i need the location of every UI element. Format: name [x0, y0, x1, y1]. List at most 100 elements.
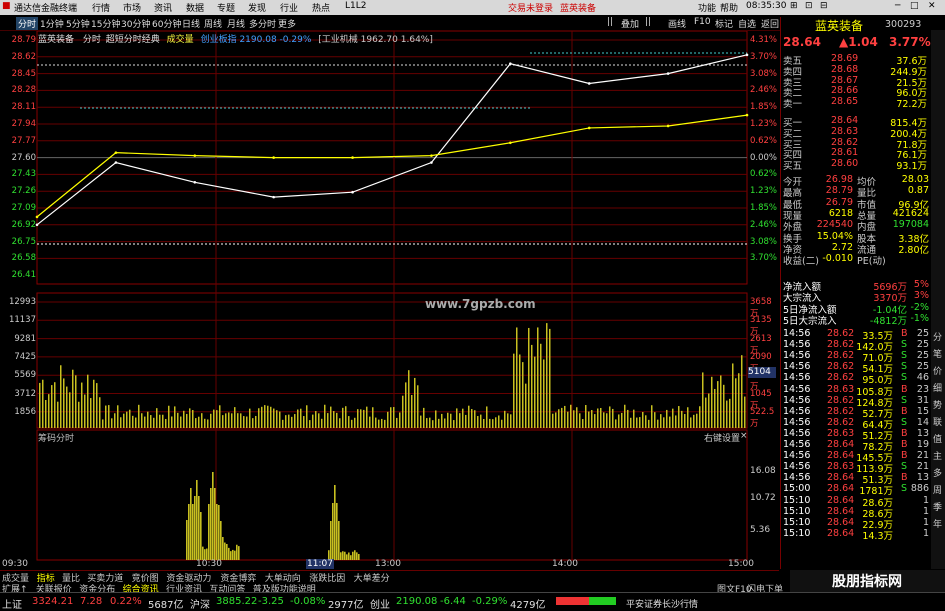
login-alert[interactable]: 交易未登录 — [508, 1, 553, 14]
menu-item[interactable]: 发现 — [248, 1, 266, 14]
stat-row[interactable]: 今开 26.98 均价 28.03 — [781, 174, 931, 188]
bid-price: 28.61 — [831, 147, 859, 159]
volume-bar — [132, 415, 134, 428]
period-tab[interactable]: 5分钟 — [66, 17, 90, 30]
more-tab[interactable]: 更多 — [278, 17, 296, 30]
tick-row[interactable]: 15:10 28.64 14.3万 1 — [781, 528, 931, 542]
stat-row[interactable]: 换手 15.04% 股本 3.38亿 — [781, 231, 931, 245]
sidebar-tab[interactable]: 多 — [933, 466, 942, 479]
period-tab[interactable]: 30分钟 — [121, 17, 150, 30]
window-btn-icon[interactable]: ⊟ — [820, 1, 828, 11]
stock-alert[interactable]: 蓝英装备 — [560, 1, 596, 14]
menu-item[interactable]: 行情 — [92, 1, 110, 14]
volume-bar — [720, 375, 722, 428]
sidebar-tab[interactable]: 笔 — [933, 347, 942, 360]
menu-item[interactable]: L1L2 — [345, 1, 366, 11]
volume-bar — [495, 417, 497, 428]
period-tab[interactable]: 月线 — [227, 17, 245, 30]
tick-price: 28.62 — [827, 394, 855, 406]
flow-row[interactable]: 大宗流入 3370万 3% — [781, 290, 931, 304]
index-value: 2190.08 — [239, 35, 277, 45]
maximize-icon[interactable]: □ — [910, 1, 919, 11]
ask-label: 卖一 — [783, 99, 803, 111]
menu-item[interactable]: 行业 — [280, 1, 298, 14]
overlay-button[interactable]: 叠加 — [621, 17, 639, 30]
price-point — [587, 82, 591, 85]
watchlist-button[interactable]: 自选 — [738, 17, 756, 30]
volume-bar — [363, 409, 365, 428]
volume-bar — [261, 406, 263, 428]
flow-row[interactable]: 5日净流入额 -1.04亿 -2% — [781, 302, 931, 316]
volume-bar — [318, 413, 320, 428]
intraday-chart[interactable]: 蓝英装备 分时 超短分时经典 成交量 创业板指 2190.08 -0.29% [… — [0, 30, 779, 569]
volume-bar — [615, 419, 617, 428]
sidebar-tab[interactable]: 周 — [933, 483, 942, 496]
volume-bar — [39, 382, 41, 428]
menu-item[interactable]: 数据 — [186, 1, 204, 14]
sidebar-tab[interactable]: 细 — [933, 381, 942, 394]
volume-bar — [666, 409, 668, 428]
sidebar-tab[interactable]: 主 — [933, 449, 942, 462]
bid-row[interactable]: 买五 28.60 93.1万 — [781, 158, 931, 172]
menu-item[interactable]: 帮助 — [720, 1, 738, 14]
stat-value: 26.98 — [825, 174, 853, 185]
period-tab[interactable]: 日线 — [182, 17, 200, 30]
sidebar-tab[interactable]: 季 — [933, 500, 942, 513]
flow-value: -4812万 — [869, 315, 907, 327]
volume-bar — [525, 383, 527, 428]
volume-bar — [228, 412, 230, 428]
stat-row[interactable]: 最高 28.79 量比 0.87 — [781, 185, 931, 199]
sidebar-tab[interactable]: 分 — [933, 330, 942, 343]
flow-row[interactable]: 净流入额 5696万 5% — [781, 279, 931, 293]
f10-button[interactable]: F10 — [694, 17, 711, 27]
stat-row[interactable]: 最低 26.79 市值 96.9亿 — [781, 197, 931, 211]
flow-row[interactable]: 5日大宗流入 -4812万 -1% — [781, 313, 931, 327]
ask-row[interactable]: 卖一 28.65 72.2万 — [781, 96, 931, 111]
stat-row[interactable]: 净资 2.72 流通 2.80亿 — [781, 242, 931, 256]
volume-bar — [594, 414, 596, 428]
volume-bar — [576, 407, 578, 428]
period-tab[interactable]: 1分钟 — [40, 17, 64, 30]
sidebar-tab[interactable]: 势 — [933, 398, 942, 411]
period-tab[interactable]: 15分钟 — [91, 17, 120, 30]
sidebar-tab[interactable]: 年 — [933, 517, 942, 530]
period-tab[interactable]: 多分时 — [249, 17, 276, 30]
sidebar-tab[interactable]: 价 — [933, 364, 942, 377]
mark-button[interactable]: 标记 — [715, 17, 733, 30]
sidebar-tab[interactable]: 联 — [933, 415, 942, 428]
tick-time: 14:56 — [783, 394, 811, 406]
stat-row[interactable]: 收益(二) -0.010 PE(动) — [781, 253, 931, 267]
sidebar-tab[interactable]: 值 — [933, 432, 942, 445]
volume-bar — [732, 363, 734, 428]
stat-row[interactable]: 外盘 224540 内盘 197084 — [781, 219, 931, 233]
back-button[interactable]: 返回 — [761, 17, 779, 30]
ask-price: 28.69 — [831, 53, 859, 64]
window-btn-icon[interactable]: ⊞ — [790, 1, 798, 11]
period-tab[interactable]: 分时 — [16, 17, 39, 30]
period-tab[interactable]: 60分钟 — [152, 17, 181, 30]
volume-bar — [324, 404, 326, 428]
menu-item[interactable]: 市场 — [123, 1, 141, 14]
menu-item[interactable]: 资讯 — [154, 1, 172, 14]
menu-item[interactable]: 专题 — [217, 1, 235, 14]
draw-button[interactable]: 画线 — [668, 17, 686, 30]
stat-value: 0.87 — [907, 185, 929, 197]
volume-bar — [144, 416, 146, 428]
menu-item[interactable]: 热点 — [312, 1, 330, 14]
minimize-icon[interactable]: ─ — [895, 1, 900, 11]
chip-setting-button[interactable]: 右键设置 — [704, 431, 740, 444]
menu-item[interactable]: 功能 — [698, 1, 716, 14]
indicator-name[interactable]: 超短分时经典 — [106, 35, 160, 45]
close-icon[interactable]: ✕ — [928, 1, 936, 11]
volume-bar — [48, 394, 50, 428]
avg-point — [509, 141, 512, 145]
tick-time: 14:56 — [783, 361, 811, 373]
window-btn-icon[interactable]: ⊡ — [805, 1, 813, 11]
period-tab[interactable]: 周线 — [204, 17, 222, 30]
chip-bar — [358, 553, 360, 560]
stat-row[interactable]: 现量 6218 总量 421624 — [781, 208, 931, 222]
chip-bar — [238, 546, 240, 560]
time-label: 15:00 — [728, 559, 754, 569]
quote-price: 28.64 — [783, 35, 821, 49]
chip-close-icon[interactable]: × — [740, 431, 748, 441]
